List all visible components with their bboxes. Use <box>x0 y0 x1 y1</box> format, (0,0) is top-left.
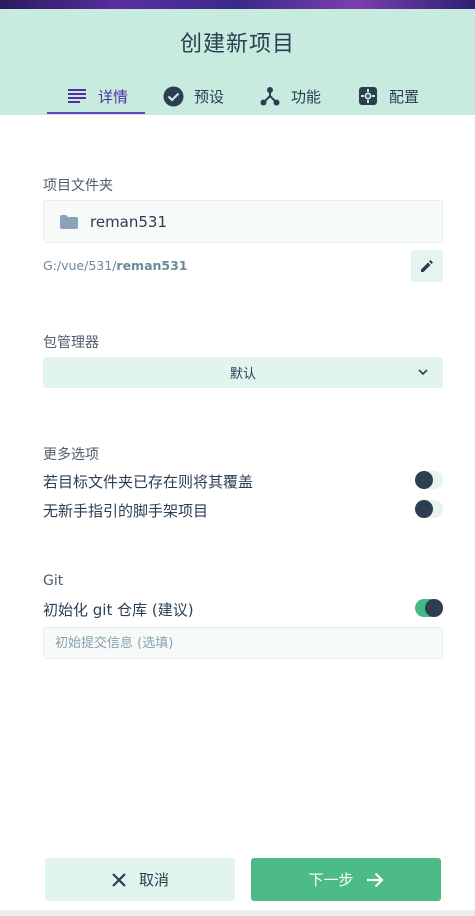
tab-bar: 详情 预设 功能 配置 <box>0 77 475 115</box>
path-name: reman531 <box>116 258 188 273</box>
arrow-right-icon <box>366 872 384 888</box>
pencil-icon <box>421 260 433 272</box>
project-path: G:/vue/531/reman531 <box>43 258 188 273</box>
commit-message-field <box>43 627 443 659</box>
list-icon <box>66 85 88 107</box>
git-init-toggle[interactable] <box>415 599 443 617</box>
git-init-row: 初始化 git 仓库 (建议) <box>43 597 443 621</box>
path-prefix: G:/vue/531/ <box>43 258 117 273</box>
commit-message-input[interactable] <box>55 635 442 651</box>
toggle-knob <box>425 599 443 617</box>
check-circle-icon <box>162 85 184 107</box>
tab-label: 详情 <box>98 87 129 106</box>
top-decorative-strip <box>0 0 475 9</box>
tab-label: 配置 <box>389 87 420 106</box>
package-manager-select[interactable]: 默认 <box>43 357 443 388</box>
tab-config[interactable]: 配置 <box>357 77 419 115</box>
edit-folder-button[interactable] <box>411 250 443 282</box>
overwrite-option-label: 若目标文件夹已存在则将其覆盖 <box>43 472 254 491</box>
active-tab-indicator <box>47 112 145 114</box>
package-manager-label: 包管理器 <box>43 335 99 351</box>
overwrite-toggle[interactable] <box>415 471 443 489</box>
git-label: Git <box>43 573 64 589</box>
tab-presets[interactable]: 预设 <box>162 77 224 115</box>
toggle-knob <box>415 471 433 489</box>
package-manager-value: 默认 <box>229 367 256 382</box>
next-button[interactable]: 下一步 <box>251 858 441 901</box>
project-folder-label: 项目文件夹 <box>43 178 113 194</box>
header: 创建新项目 详情 预设 功能 配置 <box>0 9 475 115</box>
branch-icon <box>259 85 281 107</box>
project-folder-value: reman531 <box>90 212 168 231</box>
next-label: 下一步 <box>308 871 354 889</box>
bare-scaffold-toggle[interactable] <box>415 500 443 518</box>
folder-icon <box>60 214 78 229</box>
bare-scaffold-option-label: 无新手指引的脚手架项目 <box>43 501 209 520</box>
more-options-label: 更多选项 <box>43 447 99 463</box>
cancel-button[interactable]: 取消 <box>45 858 235 901</box>
overwrite-option-row: 若目标文件夹已存在则将其覆盖 <box>43 469 443 493</box>
gear-icon <box>357 85 379 107</box>
bottom-bar <box>0 910 475 916</box>
toggle-knob <box>415 500 433 518</box>
cancel-label: 取消 <box>138 871 169 889</box>
chevron-down-icon <box>417 365 429 379</box>
page-title: 创建新项目 <box>179 32 295 57</box>
close-icon <box>111 872 127 888</box>
tab-features[interactable]: 功能 <box>259 77 321 115</box>
tab-label: 预设 <box>194 87 225 106</box>
tab-label: 功能 <box>291 87 322 106</box>
tab-details[interactable]: 详情 <box>66 77 128 115</box>
bare-scaffold-option-row: 无新手指引的脚手架项目 <box>43 498 443 522</box>
project-folder-field[interactable]: reman531 <box>43 200 443 243</box>
git-init-label: 初始化 git 仓库 (建议) <box>43 600 194 619</box>
